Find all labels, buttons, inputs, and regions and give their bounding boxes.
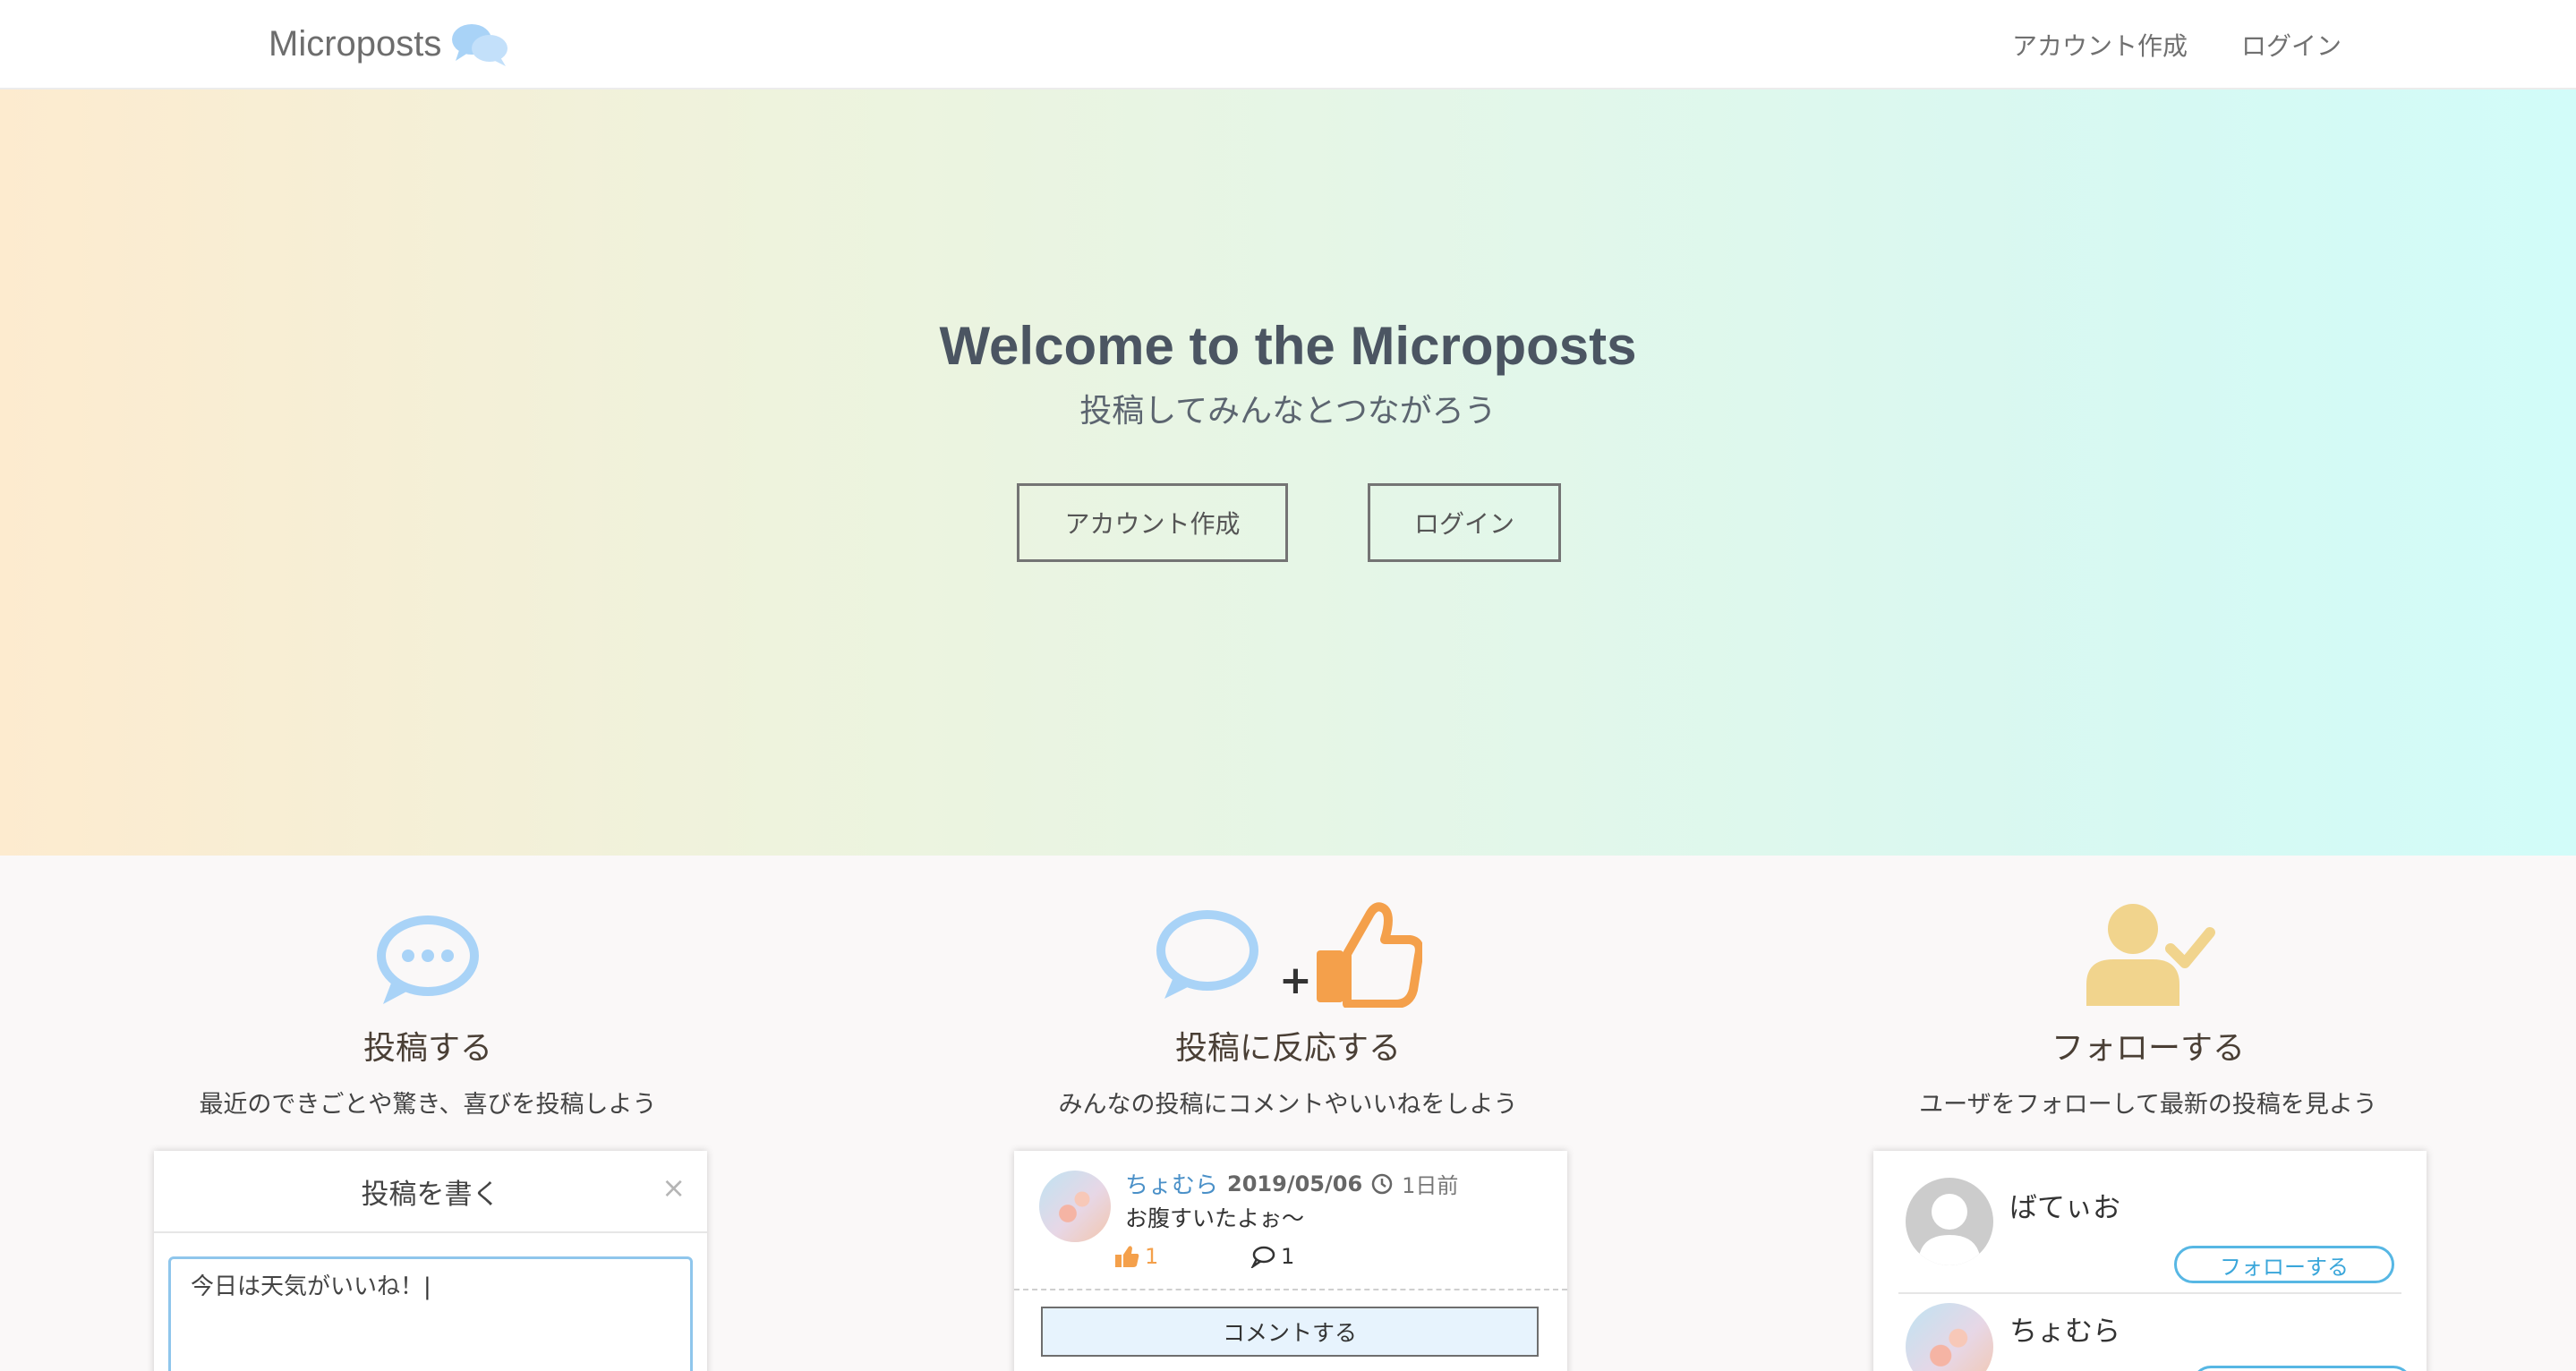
nav-signup-link[interactable]: アカウント作成 [2012, 27, 2188, 63]
post-divider [1014, 1289, 1567, 1290]
follow-card: ばてぃお フォローする ちょむら [1873, 1151, 2427, 1371]
post-username[interactable]: ちょむら [1125, 1167, 1218, 1200]
comment-count-button[interactable]: 1 [1250, 1244, 1294, 1269]
compose-text: 今日は天気がいいね！ [191, 1273, 424, 1300]
brand-name: Microposts [269, 23, 442, 64]
comment-plus-like-icon: + [1156, 902, 1422, 1008]
comment-icon [1250, 1246, 1275, 1268]
hero-title: Welcome to the Microposts [939, 316, 1637, 376]
brand-link[interactable]: Microposts [269, 20, 509, 68]
feature-post-title: 投稿する [363, 1030, 492, 1067]
follow-button[interactable]: フォローする [2174, 1246, 2394, 1283]
user-check-icon [2086, 904, 2215, 1006]
follow-user-name[interactable]: ちょむら [2009, 1308, 2120, 1349]
like-button[interactable]: 1 [1114, 1244, 1158, 1269]
speech-bubble-dots-icon [377, 915, 479, 1004]
comment-button[interactable]: コメントする [1041, 1307, 1539, 1357]
nav-login-link[interactable]: ログイン [2241, 27, 2341, 63]
feature-react-desc: みんなの投稿にコメントやいいねをしよう [1058, 1091, 1518, 1119]
follow-user-name[interactable]: ばてぃお [2009, 1185, 2120, 1225]
navbar: Microposts アカウント作成 ログイン [0, 0, 2576, 89]
hero-subtitle: 投稿してみんなとつながろう [1079, 393, 1497, 430]
post-ago: 1日前 [1402, 1173, 1459, 1198]
hero-signup-button[interactable]: アカウント作成 [1017, 483, 1288, 562]
avatar[interactable] [1039, 1171, 1111, 1242]
thumbs-up-icon [1115, 1246, 1139, 1267]
feature-follow-title: フォローする [2051, 1030, 2245, 1067]
like-count: 1 [1145, 1244, 1159, 1269]
avatar[interactable] [1906, 1178, 1993, 1265]
avatar[interactable] [1906, 1303, 1993, 1371]
default-user-icon [1918, 1194, 1981, 1265]
compose-header: 投稿を書く × [154, 1151, 707, 1233]
compose-title: 投稿を書く [361, 1178, 500, 1211]
feature-follow-desc: ユーザをフォローして最新の投稿を見よう [1919, 1091, 2377, 1119]
feature-post: 投稿する 最近のできごとや驚き、喜びを投稿しよう [115, 856, 741, 1120]
hero-section: Welcome to the Microposts 投稿してみんなとつながろう … [0, 89, 2576, 856]
comment-count: 1 [1281, 1244, 1295, 1269]
post-text: お腹すいたよぉ〜 [1125, 1205, 1305, 1231]
post-date: 2019/05/06 [1227, 1171, 1363, 1196]
compose-card: 投稿を書く × 今日は天気がいいね！| [154, 1151, 707, 1371]
hero-login-button[interactable]: ログイン [1368, 483, 1561, 562]
svg-text:+: + [1279, 958, 1312, 1003]
close-icon[interactable]: × [661, 1171, 686, 1205]
follow-button[interactable] [2192, 1366, 2412, 1371]
chat-bubbles-icon [452, 24, 508, 66]
follow-divider [1898, 1292, 2401, 1294]
sample-post-card: ちょむら 2019/05/06 1日前 お腹すいたよぉ〜 1 1 コメントする [1014, 1151, 1567, 1371]
feature-follow: フォローする ユーザをフォローして最新の投稿を見よう [1835, 856, 2461, 1120]
clock-icon [1371, 1173, 1393, 1194]
compose-textarea[interactable]: 今日は天気がいいね！| [168, 1256, 693, 1371]
feature-react-title: 投稿に反応する [1174, 1030, 1401, 1067]
feature-post-desc: 最近のできごとや驚き、喜びを投稿しよう [199, 1091, 657, 1119]
feature-react: + 投稿に反応する みんなの投稿にコメントやいいねをしよう [975, 856, 1601, 1120]
